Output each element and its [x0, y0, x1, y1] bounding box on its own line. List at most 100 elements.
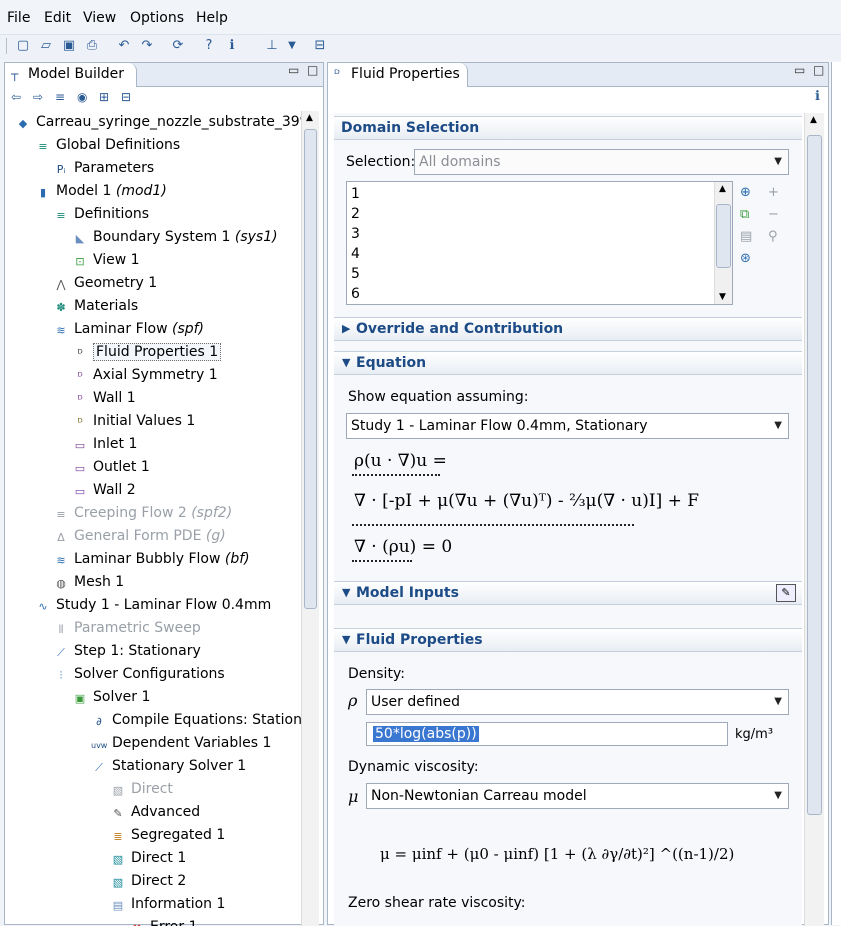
list-item[interactable]: 6 [351, 286, 360, 302]
tree-node[interactable]: ◣ Boundary System 1 (sys1) [72, 227, 278, 249]
build-icon[interactable]: ⊥ [263, 37, 281, 55]
scroll-up-icon[interactable]: ▲ [810, 115, 817, 125]
tree-node[interactable]: ᴰ Axial Symmetry 1 [72, 365, 217, 387]
list-scroll-thumb[interactable] [716, 204, 731, 268]
density-input[interactable]: 50*log(abs(p)) [366, 722, 728, 746]
domain-list[interactable]: 1 2 3 4 5 6 ▲ ▼ [346, 181, 733, 305]
help-icon[interactable]: ? [200, 37, 218, 55]
section-equation[interactable]: ▼ Equation [334, 351, 802, 375]
menu-file[interactable]: File [7, 10, 30, 26]
menu-edit[interactable]: Edit [44, 10, 71, 26]
tree-node[interactable]: ⦀ Parametric Sweep [53, 618, 201, 640]
remove-icon[interactable]: − [768, 207, 779, 222]
list-item[interactable]: 2 [351, 206, 360, 222]
section-override-contribution[interactable]: ▶ Override and Contribution [334, 317, 802, 341]
show-icon[interactable]: ≡ [55, 90, 65, 104]
expand-icon[interactable]: ⊞ [99, 90, 109, 104]
tree-scrollbar[interactable]: ▲ [301, 111, 319, 926]
tree-node[interactable]: ◍ Mesh 1 [53, 572, 124, 594]
list-item[interactable]: 5 [351, 266, 360, 282]
menu-options[interactable]: Options [130, 10, 184, 26]
open-icon[interactable]: ▱ [37, 37, 55, 55]
tree-node[interactable]: ⟋ Step 1: Stationary [53, 641, 201, 663]
tree-node[interactable]: ▣ Solver 1 [72, 687, 151, 709]
tree-node[interactable]: ⫶ Solver Configurations [53, 664, 225, 686]
ruler-icon[interactable]: ⊟ [311, 37, 329, 55]
refresh-icon[interactable]: ⟳ [169, 37, 187, 55]
clear-icon[interactable]: ⚲ [768, 229, 778, 244]
study-combo[interactable]: Study 1 - Laminar Flow 0.4mm, Stationary… [346, 413, 789, 439]
tree-node[interactable]: Pᵢ Parameters [53, 158, 154, 180]
back-icon[interactable]: ⇦ [11, 90, 21, 104]
paste-icon[interactable]: ▤ [740, 229, 752, 244]
info-icon[interactable]: ℹ [223, 37, 241, 55]
tree-node[interactable]: ▭ Wall 2 [72, 480, 136, 502]
list-item[interactable]: 1 [351, 186, 360, 202]
domain-list-scrollbar[interactable]: ▲ ▼ [714, 182, 732, 304]
tree-node[interactable]: ≡ Global Definitions [35, 135, 180, 157]
tree-node[interactable]: ▧ Direct 2 [110, 871, 186, 893]
print-icon[interactable]: ⎙ [83, 37, 101, 55]
settings-scrollbar[interactable]: ▲ [804, 113, 824, 926]
tree-node[interactable]: ▤ Information 1 [110, 894, 226, 916]
scroll-up-icon[interactable]: ▲ [306, 113, 313, 123]
tree-node[interactable]: ᴰ Initial Values 1 [72, 411, 195, 433]
undo-icon[interactable]: ↶ [115, 37, 133, 55]
settings-scroll-thumb[interactable] [807, 135, 822, 815]
tree-node[interactable]: ∂ Compile Equations: Station [91, 710, 301, 732]
tree-node[interactable]: ≡ Creeping Flow 2 (spf2) [53, 503, 232, 525]
forward-icon[interactable]: ⇨ [33, 90, 43, 104]
zoom-selection-icon[interactable]: ⊛ [740, 251, 751, 266]
tree-node[interactable]: ᴰ Fluid Properties 1 [72, 342, 222, 364]
add-icon[interactable]: + [768, 185, 779, 200]
tree-node[interactable]: ✽ Materials [53, 296, 138, 318]
list-item[interactable]: 4 [351, 246, 360, 262]
tree-node[interactable]: ∿ Study 1 - Laminar Flow 0.4mm [35, 595, 271, 617]
tree-node[interactable]: ✎ Advanced [110, 802, 200, 824]
scroll-up-icon[interactable]: ▲ [719, 184, 726, 194]
eye-icon[interactable]: ◉ [77, 90, 87, 104]
tree-node[interactable]: ◆ Carreau_syringe_nozzle_substrate_39% [15, 112, 301, 134]
scroll-down-icon[interactable]: ▼ [719, 292, 726, 302]
tree-node[interactable]: ▭ Inlet 1 [72, 434, 138, 456]
help-icon[interactable]: ℹ [815, 89, 820, 104]
tree-node[interactable]: ᴰ Wall 1 [72, 388, 135, 410]
list-item[interactable]: 3 [351, 226, 360, 242]
tree-node[interactable]: ⟋ Stationary Solver 1 [91, 756, 246, 778]
chevron-down-icon[interactable]: ▼ [283, 37, 301, 55]
menu-view[interactable]: View [83, 10, 116, 26]
collapse-icon[interactable]: ⊟ [121, 90, 131, 104]
section-model-inputs[interactable]: ▼ Model Inputs ✎ [334, 581, 802, 605]
selection-combo[interactable]: All domains ▼ [414, 149, 789, 175]
minimize-icon[interactable]: ▭ [288, 63, 299, 77]
tree-node[interactable]: ≋ Laminar Bubbly Flow (bf) [53, 549, 249, 571]
save-icon[interactable]: ▣ [60, 37, 78, 55]
tree-node[interactable]: ▭ Outlet 1 [72, 457, 150, 479]
menu-help[interactable]: Help [196, 10, 228, 26]
viscosity-combo[interactable]: Non-Newtonian Carreau model ▼ [366, 783, 789, 809]
select-domain-icon[interactable]: ⊕ [740, 185, 751, 200]
tree-node[interactable]: ≋ Laminar Flow (spf) [53, 319, 204, 341]
tab-fluid-properties[interactable]: ᴰ Fluid Properties [328, 63, 468, 87]
copy-selection-icon[interactable]: ⧉ [740, 207, 749, 222]
tree-node[interactable]: ⊡ View 1 [72, 250, 139, 272]
density-combo[interactable]: User defined ▼ [366, 689, 789, 715]
edit-icon[interactable]: ✎ [776, 584, 796, 602]
tab-model-builder[interactable]: ┬ Model Builder [5, 63, 137, 87]
maximize-icon[interactable]: □ [307, 63, 318, 77]
tree-node[interactable]: uvw Dependent Variables 1 [91, 733, 271, 755]
section-fluid-properties[interactable]: ▼ Fluid Properties [334, 628, 802, 652]
tree-node[interactable]: Δ General Form PDE (g) [53, 526, 225, 548]
new-icon[interactable]: ▢ [14, 37, 32, 55]
tree-node[interactable]: ≣ Segregated 1 [110, 825, 225, 847]
tree-node[interactable]: ⋀ Geometry 1 [53, 273, 157, 295]
section-domain-selection[interactable]: Domain Selection [334, 116, 802, 140]
tree-scroll-thumb[interactable] [304, 129, 317, 609]
tree-node[interactable]: ≡ Definitions [53, 204, 149, 226]
redo-icon[interactable]: ↷ [138, 37, 156, 55]
tree-node[interactable]: ▧ Direct [110, 779, 173, 801]
tree-node[interactable]: ▧ Direct 1 [110, 848, 186, 870]
maximize-icon[interactable]: □ [813, 63, 824, 77]
minimize-icon[interactable]: ▭ [794, 63, 805, 77]
tree-node[interactable]: ▮ Model 1 (mod1) [35, 181, 167, 203]
